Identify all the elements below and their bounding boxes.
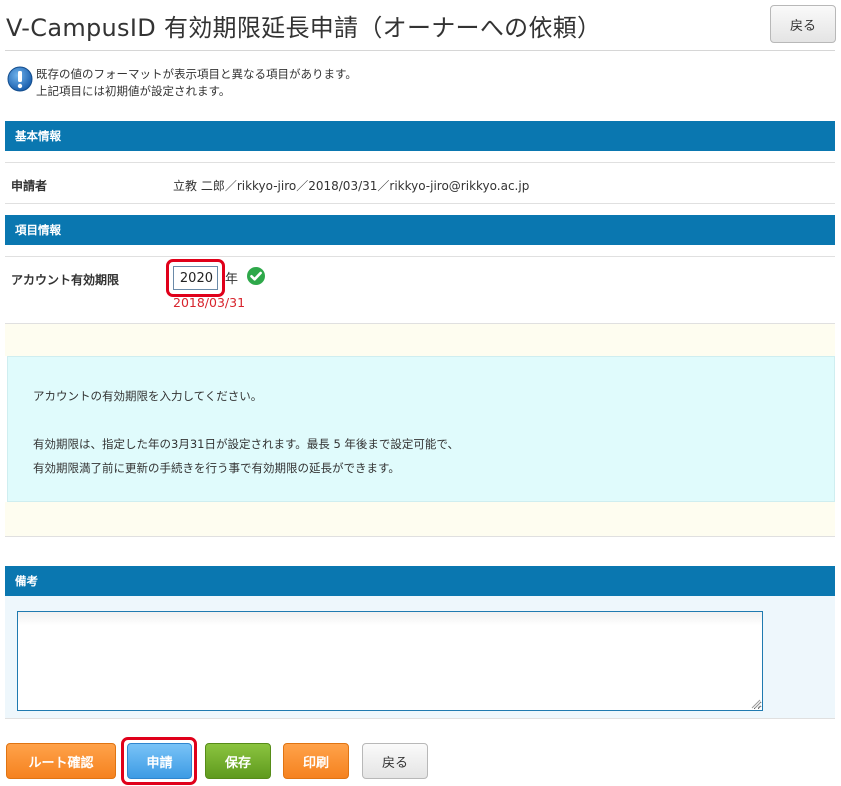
section-basic-info: 基本情報 (5, 121, 835, 151)
resize-grip-icon[interactable] (750, 698, 761, 709)
back-button-bottom[interactable]: 戻る (362, 743, 428, 779)
notice-line-1: 既存の値のフォーマットが表示項目と異なる項目があります。 (36, 67, 357, 81)
applicant-value: 立教 二郎／rikkyo-jiro／2018/03/31／rikkyo-jiro… (173, 179, 530, 193)
back-button-top[interactable]: 戻る (770, 5, 836, 43)
notice-line-2: 上記項目には初期値が設定されます。 (36, 84, 231, 98)
row-divider (5, 718, 835, 719)
remarks-textarea[interactable] (17, 611, 763, 711)
info-exclamation-icon (7, 66, 33, 92)
row-divider (5, 536, 835, 537)
format-notice: 既存の値のフォーマットが表示項目と異なる項目があります。 上記項目には初期値が設… (7, 66, 357, 100)
applicant-label: 申請者 (11, 179, 48, 193)
page-title: V-CampusID 有効期限延長申請（オーナーへの依頼） (6, 14, 602, 42)
row-divider (5, 203, 835, 204)
title-divider (5, 50, 835, 51)
help-padding-top (5, 324, 835, 356)
row-divider (5, 162, 835, 163)
route-check-button[interactable]: ルート確認 (6, 743, 116, 779)
print-button[interactable]: 印刷 (283, 743, 349, 779)
section-item-info: 項目情報 (5, 215, 835, 245)
current-expiry-date: 2018/03/31 (173, 295, 246, 310)
account-expiry-label: アカウント有効期限 (11, 273, 120, 287)
help-line-1: アカウントの有効期限を入力してください。 (33, 389, 263, 403)
help-padding-bottom (5, 502, 835, 536)
year-unit-label: 年 (225, 272, 239, 287)
year-input-highlight (166, 259, 225, 297)
apply-button-highlight (121, 737, 197, 785)
section-remarks: 備考 (5, 566, 835, 596)
help-line-2: 有効期限は、指定した年の3月31日が設定されます。最長 5 年後まで設定可能で、 (33, 437, 459, 451)
help-line-3: 有効期限満了前に更新の手続きを行う事で有効期限の延長ができます。 (33, 461, 400, 475)
save-button[interactable]: 保存 (205, 743, 271, 779)
row-divider (5, 256, 835, 257)
help-box: アカウントの有効期限を入力してください。 有効期限は、指定した年の3月31日が設… (7, 356, 835, 502)
check-circle-icon (247, 267, 265, 285)
